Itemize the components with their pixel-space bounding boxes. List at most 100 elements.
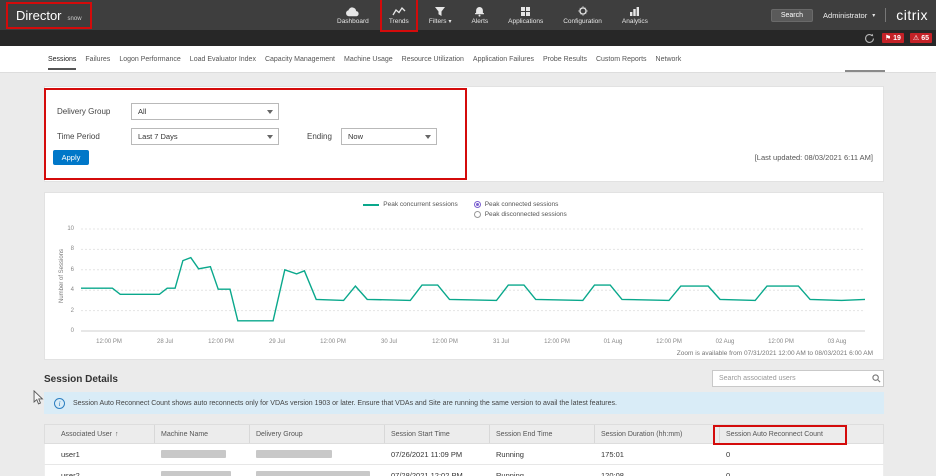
configuration-gear-icon bbox=[577, 5, 589, 17]
nav-item-trends[interactable]: Trends bbox=[382, 0, 416, 30]
cell-machine-name bbox=[155, 471, 250, 476]
tab-application-failures[interactable]: Application Failures bbox=[473, 48, 534, 70]
col-machine-name[interactable]: Machine Name bbox=[155, 425, 250, 443]
cell-associated-user: user1 bbox=[55, 450, 155, 459]
nav-item-dashboard[interactable]: Dashboard bbox=[330, 0, 376, 30]
apply-button[interactable]: Apply bbox=[53, 150, 89, 165]
nav-item-filters[interactable]: Filters▾ bbox=[422, 0, 459, 30]
col-delivery-group[interactable]: Delivery Group bbox=[250, 425, 385, 443]
nav-item-configuration[interactable]: Configuration bbox=[556, 0, 609, 30]
associated-users-search-input[interactable] bbox=[713, 375, 869, 382]
tab-capacity-management[interactable]: Capacity Management bbox=[265, 48, 335, 70]
critical-alerts-badge[interactable]: ⚑ 19 bbox=[882, 33, 904, 43]
sessions-trend-chart-panel: Peak concurrent sessions Peak connected … bbox=[44, 192, 884, 360]
delivery-group-dropdown[interactable]: All bbox=[131, 103, 279, 120]
cell-session-end-time: Running bbox=[490, 450, 595, 459]
director-logo-wrap: Director snow bbox=[8, 4, 90, 27]
ending-label: Ending bbox=[307, 132, 332, 141]
refresh-icon[interactable] bbox=[864, 32, 876, 44]
cell-session-duration: 175:01 bbox=[595, 450, 720, 459]
tab-logon-performance[interactable]: Logon Performance bbox=[119, 48, 180, 70]
col-session-duration[interactable]: Session Duration (hh:mm) bbox=[595, 425, 720, 443]
global-search-button[interactable]: Search bbox=[771, 9, 813, 22]
status-bar: ⚑ 19 ⚠ 65 bbox=[0, 30, 936, 46]
time-period-label: Time Period bbox=[57, 132, 100, 141]
nav-item-analytics[interactable]: Analytics bbox=[615, 0, 655, 30]
cell-session-duration: 120:08 bbox=[595, 471, 720, 476]
x-axis-ticks: 12:00 PM28 Jul12:00 PM29 Jul12:00 PM30 J… bbox=[81, 339, 865, 345]
primary-nav: Dashboard Trends Filters▾ Alerts Appl bbox=[330, 0, 655, 30]
user-menu[interactable]: Administrator ▾ bbox=[823, 11, 875, 20]
filters-icon bbox=[434, 5, 446, 17]
cell-delivery-group bbox=[250, 450, 385, 458]
chevron-down-icon bbox=[267, 135, 273, 139]
flag-icon: ⚑ bbox=[885, 34, 891, 42]
info-banner-text: Session Auto Reconnect Count shows auto … bbox=[73, 400, 617, 407]
site-name: snow bbox=[68, 16, 82, 22]
dashboard-icon bbox=[345, 5, 360, 17]
cell-session-auto-reconnect-count: 0 bbox=[720, 450, 883, 459]
col-session-end-time[interactable]: Session End Time bbox=[490, 425, 595, 443]
cell-session-auto-reconnect-count: 0 bbox=[720, 471, 883, 476]
table-row[interactable]: user1 07/26/2021 11:09 PM Running 175:01… bbox=[44, 444, 884, 465]
col-associated-user[interactable]: Associated User ↑ bbox=[55, 425, 155, 443]
radio-unselected-icon[interactable] bbox=[474, 211, 481, 218]
director-logo: Director bbox=[16, 8, 62, 23]
info-banner: i Session Auto Reconnect Count shows aut… bbox=[44, 392, 884, 414]
filter-panel: Delivery Group All Time Period Last 7 Da… bbox=[44, 86, 884, 182]
cell-session-start-time: 07/28/2021 12:02 PM bbox=[385, 471, 490, 476]
zoom-availability-note: Zoom is available from 07/31/2021 12:00 … bbox=[677, 350, 873, 357]
session-details-table: Associated User ↑ Machine Name Delivery … bbox=[44, 424, 884, 476]
tab-custom-reports[interactable]: Custom Reports bbox=[596, 48, 647, 70]
radio-selected-icon[interactable] bbox=[474, 201, 481, 208]
analytics-bars-icon bbox=[629, 5, 640, 17]
top-bar: Director snow Dashboard Trends Filters▾ bbox=[0, 0, 936, 30]
nav-item-alerts[interactable]: Alerts bbox=[465, 0, 496, 30]
tab-failures[interactable]: Failures bbox=[85, 48, 110, 70]
sort-ascending-icon: ↑ bbox=[115, 431, 119, 438]
chevron-down-icon bbox=[267, 110, 273, 114]
table-header-row: Associated User ↑ Machine Name Delivery … bbox=[44, 424, 884, 444]
chevron-down-icon bbox=[425, 135, 431, 139]
tab-probe-results[interactable]: Probe Results bbox=[543, 48, 587, 70]
tab-sessions[interactable]: Sessions bbox=[48, 48, 76, 70]
cell-session-end-time: Running bbox=[490, 471, 595, 476]
redacted-machine-name bbox=[161, 471, 231, 476]
y-axis-ticks: 0246810 bbox=[61, 223, 77, 335]
chart-legend: Peak concurrent sessions Peak connected … bbox=[45, 201, 885, 218]
search-magnifier-icon[interactable] bbox=[869, 374, 883, 383]
line-swatch-icon bbox=[363, 204, 379, 206]
chevron-down-icon: ▾ bbox=[872, 12, 875, 19]
divider bbox=[885, 8, 886, 22]
chevron-down-icon: ▾ bbox=[449, 19, 452, 25]
tab-load-evaluator-index[interactable]: Load Evaluator Index bbox=[190, 48, 256, 70]
nav-item-applications[interactable]: Applications bbox=[501, 0, 550, 30]
tab-resource-utilization[interactable]: Resource Utilization bbox=[402, 48, 464, 70]
legend-peak-connected[interactable]: Peak connected sessions bbox=[474, 201, 567, 208]
col-session-start-time[interactable]: Session Start Time bbox=[385, 425, 490, 443]
warning-alerts-badge[interactable]: ⚠ 65 bbox=[910, 33, 932, 43]
ending-dropdown[interactable]: Now bbox=[341, 128, 437, 145]
delivery-group-label: Delivery Group bbox=[57, 107, 110, 116]
redacted-delivery-group bbox=[256, 450, 332, 458]
tab-machine-usage[interactable]: Machine Usage bbox=[344, 48, 393, 70]
legend-peak-disconnected[interactable]: Peak disconnected sessions bbox=[474, 211, 567, 218]
cell-delivery-group bbox=[250, 471, 385, 476]
associated-users-search bbox=[712, 370, 884, 387]
tab-scroll-indicator bbox=[845, 70, 885, 72]
tab-network[interactable]: Network bbox=[656, 48, 682, 70]
col-session-auto-reconnect-count[interactable]: Session Auto Reconnect Count bbox=[720, 425, 883, 443]
time-period-dropdown[interactable]: Last 7 Days bbox=[131, 128, 279, 145]
redacted-machine-name bbox=[161, 450, 226, 458]
sessions-line-chart[interactable] bbox=[81, 223, 865, 335]
last-updated-text: [Last updated: 08/03/2021 6:11 AM] bbox=[755, 153, 873, 162]
warning-icon: ⚠ bbox=[913, 34, 919, 42]
table-row[interactable]: user2 07/28/2021 12:02 PM Running 120:08… bbox=[44, 465, 884, 476]
session-details-title: Session Details bbox=[44, 374, 118, 385]
citrix-director-screen: { "topbar": { "logo": "Director", "site_… bbox=[0, 0, 936, 476]
cell-associated-user: user2 bbox=[55, 471, 155, 476]
redacted-delivery-group bbox=[256, 471, 370, 476]
topbar-right: Search Administrator ▾ citrix bbox=[771, 0, 928, 30]
mouse-cursor bbox=[33, 390, 44, 406]
trends-icon bbox=[392, 5, 406, 17]
